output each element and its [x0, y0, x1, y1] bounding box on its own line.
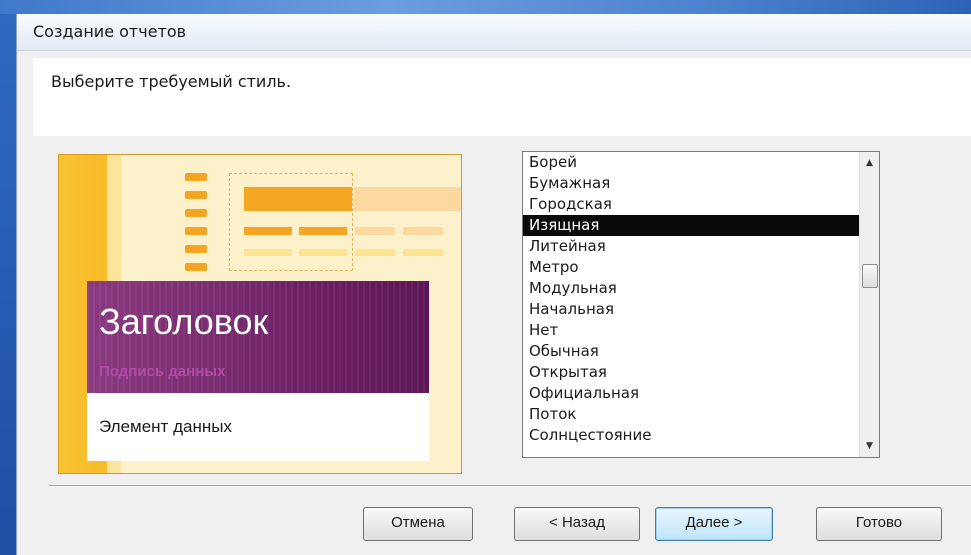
- back-button[interactable]: < Назад: [514, 507, 640, 541]
- scrollbar-thumb[interactable]: [862, 264, 878, 288]
- dialog-title: Создание отчетов: [33, 22, 187, 41]
- preview-row-bar: [299, 249, 347, 256]
- binder-ring: [185, 209, 207, 217]
- footer-separator: [49, 485, 971, 487]
- binder-ring: [185, 173, 207, 181]
- preview-title: Заголовок: [99, 301, 269, 342]
- wizard-header-panel: Выберите требуемый стиль.: [33, 58, 971, 136]
- next-button[interactable]: Далее >: [655, 507, 773, 541]
- style-listbox[interactable]: Борей Бумажная Городская Изящная Литейна…: [522, 151, 880, 458]
- binder-ring: [185, 227, 207, 235]
- preview-header-bar-faded: [354, 187, 461, 211]
- binder-ring: [185, 245, 207, 253]
- cancel-button[interactable]: Отмена: [363, 507, 473, 541]
- background-window-strip: [0, 0, 971, 14]
- preview-row-bar: [299, 227, 347, 235]
- background-window-edge: [0, 14, 16, 555]
- binder-ring: [185, 191, 207, 199]
- style-list-item[interactable]: Начальная: [523, 299, 859, 320]
- scroll-up-arrow-icon[interactable]: ▲: [860, 154, 879, 172]
- report-wizard-dialog: Создание отчетов Выберите требуемый стил…: [16, 14, 971, 555]
- step-prompt: Выберите требуемый стиль.: [51, 72, 292, 91]
- style-list-item[interactable]: Поток: [523, 404, 859, 425]
- preview-title-card: Заголовок Подпись данных: [87, 281, 429, 393]
- preview-header-bar: [244, 187, 352, 211]
- preview-row-bar: [244, 227, 292, 235]
- style-list-item[interactable]: Литейная: [523, 236, 859, 257]
- finish-button[interactable]: Готово: [816, 507, 942, 541]
- preview-row-bar: [403, 227, 443, 235]
- style-list-item[interactable]: Метро: [523, 257, 859, 278]
- style-list-items: Борей Бумажная Городская Изящная Литейна…: [523, 152, 859, 446]
- style-list-item[interactable]: Борей: [523, 152, 859, 173]
- style-list-item[interactable]: Нет: [523, 320, 859, 341]
- style-list-item[interactable]: Официальная: [523, 383, 859, 404]
- style-list-item[interactable]: Солнцестояние: [523, 425, 859, 446]
- preview-row-bar: [403, 249, 443, 256]
- preview-data-element: Элемент данных: [99, 417, 232, 436]
- style-list-item[interactable]: Модульная: [523, 278, 859, 299]
- binder-ring: [185, 263, 207, 271]
- scroll-down-arrow-icon[interactable]: ▼: [860, 437, 879, 455]
- style-list-item[interactable]: Открытая: [523, 362, 859, 383]
- style-list-item[interactable]: Бумажная: [523, 173, 859, 194]
- preview-data-card: Элемент данных: [87, 393, 429, 461]
- preview-row-bar: [355, 249, 395, 256]
- preview-subtitle: Подпись данных: [99, 363, 226, 380]
- style-list-item[interactable]: Обычная: [523, 341, 859, 362]
- style-list-item[interactable]: Городская: [523, 194, 859, 215]
- style-preview: Заголовок Подпись данных Элемент данных: [58, 154, 462, 474]
- preview-row-bar: [244, 249, 292, 256]
- style-list-item-selected[interactable]: Изящная: [523, 215, 859, 236]
- preview-row-bar: [355, 227, 395, 235]
- list-scrollbar[interactable]: ▲ ▼: [859, 152, 879, 457]
- dialog-titlebar[interactable]: Создание отчетов: [17, 14, 971, 51]
